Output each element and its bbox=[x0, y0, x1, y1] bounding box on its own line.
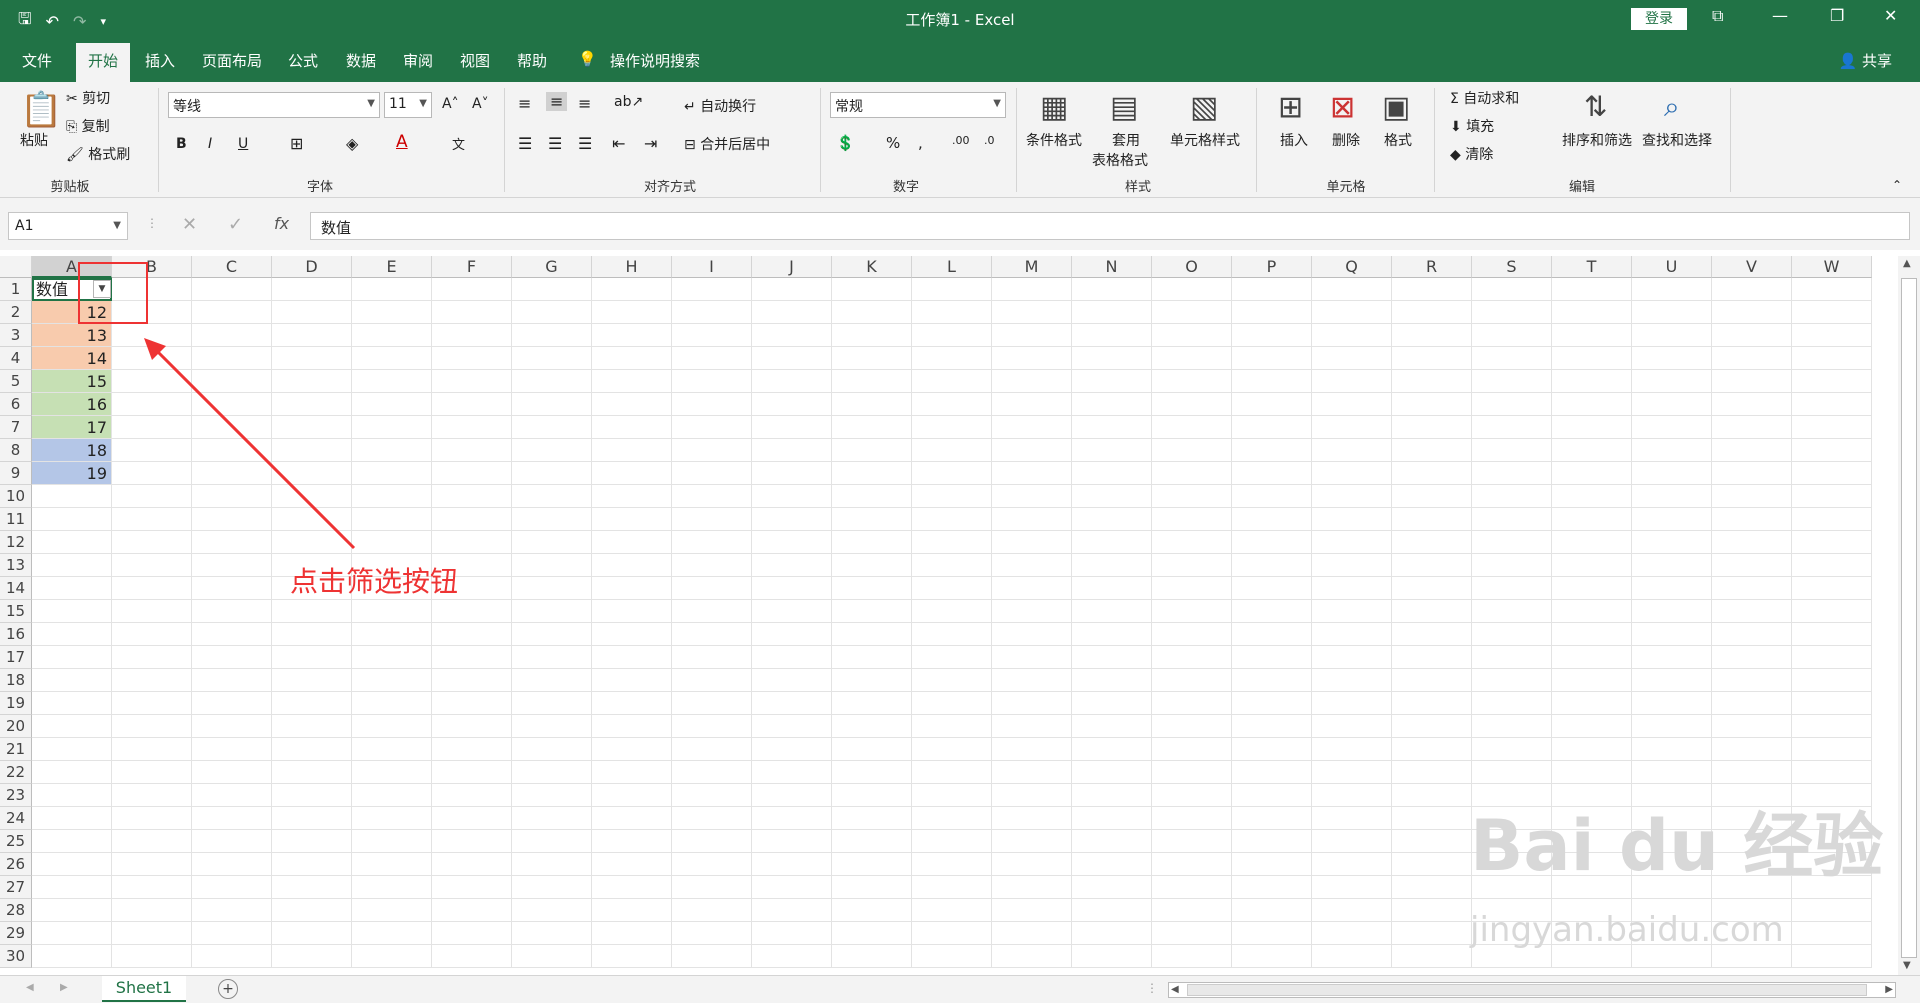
watermark-logo: Bai du 经验 bbox=[1470, 805, 1884, 887]
scroll-up-icon[interactable]: ▲ bbox=[1903, 258, 1911, 269]
prev-sheet-icon[interactable]: ◀ bbox=[26, 982, 34, 993]
annotation-text: 点击筛选按钮 bbox=[290, 565, 459, 598]
split-handle-icon[interactable]: ⋮ bbox=[1146, 981, 1158, 995]
watermark-url: jingyan.baidu.com bbox=[1470, 910, 1784, 950]
scrollbar-thumb[interactable] bbox=[1901, 278, 1917, 958]
scrollbar-thumb[interactable] bbox=[1187, 984, 1867, 996]
annotation-arrow-line bbox=[148, 342, 356, 550]
vertical-scrollbar[interactable]: ▲ ▼ bbox=[1898, 256, 1920, 975]
scroll-down-icon[interactable]: ▼ bbox=[1903, 960, 1911, 971]
scroll-right-icon[interactable]: ▶ bbox=[1885, 984, 1893, 995]
add-sheet-icon[interactable]: + bbox=[218, 979, 238, 999]
sheet-tab-sheet1[interactable]: Sheet1 bbox=[102, 976, 186, 1002]
scroll-left-icon[interactable]: ◀ bbox=[1171, 984, 1179, 995]
horizontal-scrollbar[interactable]: ◀ ▶ bbox=[1168, 982, 1896, 998]
next-sheet-icon[interactable]: ▶ bbox=[60, 982, 68, 993]
sheet-tabs-bar: ◀ ▶ Sheet1 + ⋮ ◀ ▶ bbox=[0, 975, 1920, 1003]
